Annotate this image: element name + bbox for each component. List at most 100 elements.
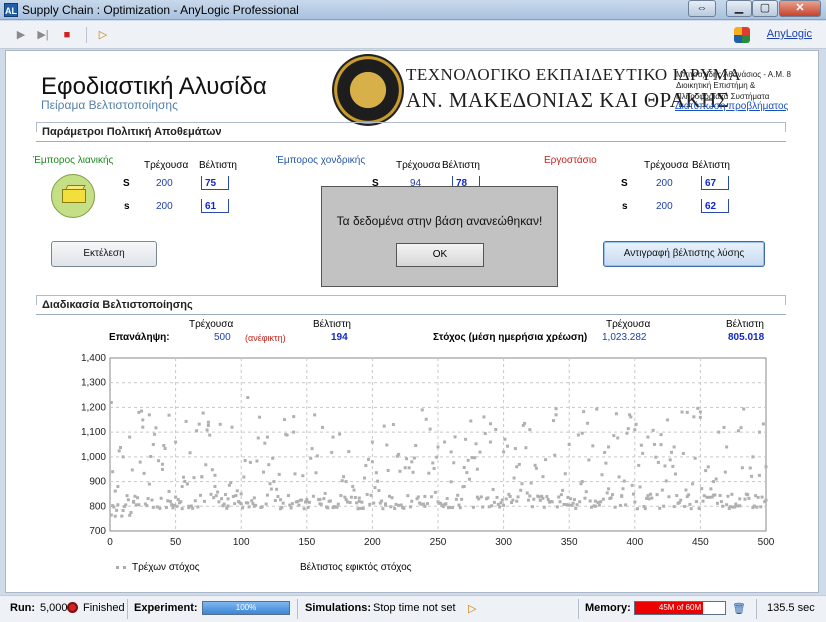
chart-data-point	[180, 507, 184, 511]
chart-data-point	[566, 495, 570, 499]
chart-data-point	[292, 415, 296, 419]
chart-data-point	[704, 469, 708, 473]
realtime-icon[interactable]: ▷	[96, 28, 110, 42]
chart-data-point	[486, 496, 490, 500]
dialog-ok-button[interactable]: OK	[396, 243, 484, 267]
chart-data-point	[487, 505, 491, 509]
chart-data-point	[688, 502, 692, 506]
chart-data-point	[296, 500, 300, 504]
realtime-status-icon[interactable]: ▷	[468, 602, 476, 615]
chart-data-point	[163, 447, 167, 451]
trash-icon[interactable]: 🗑	[732, 602, 746, 615]
chart-data-point	[139, 409, 143, 413]
chart-data-point	[235, 489, 239, 493]
chart-data-point	[633, 428, 637, 432]
chart-data-point	[660, 488, 664, 492]
chart-data-point	[226, 497, 230, 501]
chart-data-point	[305, 499, 309, 503]
anylogic-logo-icon	[734, 27, 750, 43]
chart-data-point	[515, 465, 519, 469]
chart-data-point	[569, 497, 573, 501]
chart-data-point	[230, 425, 234, 429]
chart-data-point	[502, 503, 506, 507]
chart-data-point	[174, 495, 178, 499]
minimize-button[interactable]: ▁	[726, 0, 752, 17]
chart-data-point	[314, 471, 318, 475]
chart-data-point	[616, 436, 620, 440]
chart-data-point	[380, 499, 384, 503]
chart-data-point	[590, 505, 594, 509]
y-tick-label: 800	[89, 501, 106, 512]
chart-data-point	[402, 506, 406, 510]
chart-data-point	[542, 505, 546, 509]
y-tick-label: 1,000	[81, 452, 106, 463]
chart-data-point	[553, 453, 557, 457]
chart-data-point	[527, 498, 531, 502]
chart-data-point	[618, 503, 622, 507]
chart-data-point	[276, 495, 280, 499]
chart-data-point	[339, 494, 343, 498]
chart-data-point	[444, 502, 448, 506]
chart-data-point	[204, 463, 208, 467]
restore-icon[interactable]: ⇔	[688, 0, 716, 17]
chart-data-point	[458, 506, 462, 510]
chart-data-point	[355, 501, 359, 505]
chart-data-point	[347, 450, 351, 454]
chart-data-point	[427, 471, 431, 475]
chart-data-point	[475, 467, 479, 471]
chart-data-point	[466, 458, 470, 462]
maximize-button[interactable]: ▢	[752, 0, 778, 17]
chart-data-point	[212, 496, 216, 500]
run-label: Run:	[10, 602, 36, 614]
chart-data-point	[603, 450, 607, 454]
chart-data-point	[529, 481, 533, 485]
close-button[interactable]: ✕	[779, 0, 821, 17]
chart-data-point	[251, 502, 255, 506]
chart-data-point	[739, 426, 743, 430]
chart-data-point	[601, 497, 605, 501]
chart-data-point	[175, 504, 179, 508]
chart-data-point	[265, 435, 269, 439]
chart-data-point	[116, 485, 120, 489]
chart-data-point	[761, 422, 765, 426]
toolbar: ▶ ▶| ■ ▷ AnyLogic	[0, 21, 826, 49]
chart-data-point	[506, 444, 510, 448]
chart-data-point	[300, 498, 304, 502]
experiment-progress-bar: 100%	[202, 601, 290, 615]
anylogic-link[interactable]: AnyLogic	[767, 28, 812, 40]
chart-data-point	[335, 505, 339, 509]
chart-data-point	[206, 423, 210, 427]
chart-data-point	[681, 451, 685, 455]
chart-data-point	[398, 469, 402, 473]
step-icon[interactable]: ▶|	[36, 28, 50, 42]
play-icon[interactable]: ▶	[14, 28, 28, 42]
chart-data-point	[546, 498, 550, 502]
chart-data-point	[721, 504, 725, 508]
anylogic-app-icon: AL	[4, 3, 18, 17]
chart-data-point	[557, 495, 561, 499]
chart-data-point	[538, 498, 542, 502]
chart-data-point	[153, 432, 157, 436]
chart-data-point	[701, 499, 705, 503]
chart-data-point	[330, 450, 334, 454]
chart-data-point	[115, 508, 119, 512]
chart-data-point	[482, 415, 486, 419]
chart-data-point	[541, 496, 545, 500]
chart-data-point	[723, 470, 727, 474]
chart-data-point	[352, 488, 356, 492]
chart-data-point	[252, 504, 256, 508]
chart-data-point	[168, 499, 172, 503]
chart-data-point	[187, 504, 191, 508]
chart-data-point	[331, 435, 335, 439]
chart-data-point	[595, 407, 599, 411]
chart-data-point	[614, 412, 618, 416]
chart-data-point	[326, 506, 330, 510]
chart-data-point	[128, 435, 132, 439]
chart-data-point	[150, 498, 154, 502]
chart-data-point	[436, 445, 440, 449]
chart-data-point	[149, 455, 153, 459]
chart-data-point	[696, 406, 700, 410]
x-tick-label: 50	[170, 537, 182, 548]
stop-icon[interactable]: ■	[60, 28, 74, 42]
chart-data-point	[281, 501, 285, 505]
